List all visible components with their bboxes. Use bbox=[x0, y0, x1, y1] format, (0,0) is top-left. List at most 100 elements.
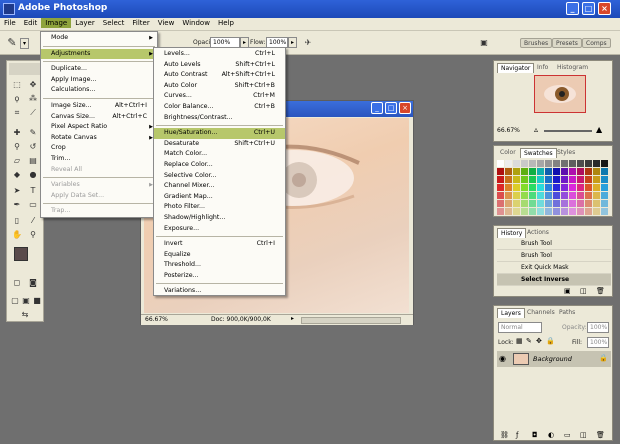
navigator-thumbnail[interactable] bbox=[534, 75, 586, 113]
image-menu-item[interactable]: Rotate Canvas ▶ bbox=[41, 133, 157, 144]
menu-edit[interactable]: Edit bbox=[20, 18, 42, 28]
delete-state-icon[interactable]: 🗑 bbox=[596, 287, 605, 295]
tab-swatches[interactable]: Swatches bbox=[520, 148, 557, 158]
adjustments-menu-item[interactable]: Gradient Map... bbox=[154, 192, 285, 203]
color-swatch[interactable] bbox=[569, 184, 576, 191]
color-swatch[interactable] bbox=[577, 208, 584, 215]
menu-image[interactable]: Image bbox=[41, 18, 72, 28]
tab-history[interactable]: History bbox=[497, 228, 527, 238]
tab-histogram[interactable]: Histogram bbox=[554, 63, 591, 73]
color-swatch[interactable] bbox=[497, 200, 504, 207]
clone-stamp-icon[interactable]: ⚲ bbox=[11, 141, 23, 153]
color-swatch[interactable] bbox=[593, 176, 600, 183]
layer-name[interactable]: Background bbox=[533, 355, 572, 363]
color-swatch[interactable] bbox=[593, 208, 600, 215]
lock-transparency-icon[interactable]: ▦ bbox=[516, 337, 523, 345]
tab-brushes[interactable]: Brushes bbox=[520, 38, 553, 48]
color-swatch[interactable] bbox=[585, 176, 592, 183]
color-swatch[interactable] bbox=[601, 168, 608, 175]
color-swatch[interactable] bbox=[521, 184, 528, 191]
magic-wand-tool-icon[interactable]: ⁂ bbox=[27, 93, 39, 105]
adjustments-menu-item[interactable]: Photo Filter... bbox=[154, 202, 285, 213]
menu-window[interactable]: Window bbox=[178, 18, 214, 28]
menu-select[interactable]: Select bbox=[99, 18, 129, 28]
history-item[interactable]: Brush Tool bbox=[497, 250, 611, 262]
color-swatch[interactable] bbox=[505, 192, 512, 199]
doc-minimize-icon[interactable]: _ bbox=[371, 102, 383, 114]
swatch-grid[interactable] bbox=[497, 160, 611, 215]
color-swatch[interactable] bbox=[601, 184, 608, 191]
color-swatch[interactable] bbox=[577, 184, 584, 191]
layer-row-background[interactable]: ◉ Background 🔒 bbox=[497, 351, 611, 367]
color-swatch[interactable] bbox=[593, 160, 600, 167]
lock-position-icon[interactable]: ✥ bbox=[536, 337, 542, 345]
zoom-in-icon[interactable]: ▲ bbox=[596, 125, 602, 134]
lock-all-icon[interactable]: 🔒 bbox=[546, 337, 555, 345]
color-swatch[interactable] bbox=[529, 168, 536, 175]
blur-tool-icon[interactable]: ◆ bbox=[11, 169, 23, 181]
color-swatch[interactable] bbox=[553, 208, 560, 215]
adjustments-menu-item[interactable]: Invert Ctrl+I bbox=[154, 239, 285, 250]
image-menu-item[interactable]: Pixel Aspect Ratio ▶ bbox=[41, 122, 157, 133]
navigator-zoom-value[interactable]: 66.67% bbox=[497, 127, 520, 134]
doc-maximize-icon[interactable]: □ bbox=[385, 102, 397, 114]
color-swatch[interactable] bbox=[585, 192, 592, 199]
color-swatch[interactable] bbox=[537, 176, 544, 183]
color-swatch[interactable] bbox=[505, 200, 512, 207]
adjustments-menu-item[interactable]: Selective Color... bbox=[154, 171, 285, 182]
image-menu-item[interactable]: Canvas Size... Alt+Ctrl+C bbox=[41, 112, 157, 123]
color-swatch[interactable] bbox=[593, 192, 600, 199]
color-swatch[interactable] bbox=[505, 184, 512, 191]
standard-mode-icon[interactable]: ◻ bbox=[11, 277, 23, 289]
zoom-tool-icon[interactable]: ⚲ bbox=[27, 229, 39, 241]
color-swatch[interactable] bbox=[601, 200, 608, 207]
color-swatch[interactable] bbox=[585, 208, 592, 215]
new-layer-icon[interactable]: ◫ bbox=[580, 431, 587, 439]
adjustments-menu-item[interactable]: Match Color... bbox=[154, 149, 285, 160]
tab-paths[interactable]: Paths bbox=[556, 308, 578, 318]
tab-styles[interactable]: Styles bbox=[554, 148, 578, 158]
color-swatch[interactable] bbox=[577, 168, 584, 175]
color-swatch[interactable] bbox=[585, 160, 592, 167]
color-swatch[interactable] bbox=[545, 200, 552, 207]
color-swatch[interactable] bbox=[561, 208, 568, 215]
adjustments-menu-item[interactable]: Posterize... bbox=[154, 271, 285, 282]
tool-preset-dropdown[interactable]: ▾ bbox=[20, 38, 29, 49]
type-tool-icon[interactable]: T bbox=[27, 185, 39, 197]
close-icon[interactable]: × bbox=[598, 2, 611, 15]
adjustments-menu-item[interactable]: Auto Color Shift+Ctrl+B bbox=[154, 81, 285, 92]
tab-comps[interactable]: Comps bbox=[582, 38, 611, 48]
navigator-zoom-slider[interactable] bbox=[544, 130, 592, 132]
color-swatch[interactable] bbox=[601, 160, 608, 167]
color-swatch[interactable] bbox=[545, 192, 552, 199]
color-swatch[interactable] bbox=[545, 176, 552, 183]
visibility-eye-icon[interactable]: ◉ bbox=[499, 354, 506, 363]
color-swatch[interactable] bbox=[497, 192, 504, 199]
color-swatch[interactable] bbox=[569, 160, 576, 167]
color-swatch[interactable] bbox=[593, 184, 600, 191]
delete-layer-icon[interactable]: 🗑 bbox=[596, 431, 605, 439]
adjustments-menu-item[interactable]: Channel Mixer... bbox=[154, 181, 285, 192]
color-swatch[interactable] bbox=[505, 168, 512, 175]
minimize-icon[interactable]: _ bbox=[566, 2, 579, 15]
lock-pixels-icon[interactable]: ✎ bbox=[526, 337, 532, 345]
color-swatch[interactable] bbox=[569, 192, 576, 199]
pen-tool-icon[interactable]: ✒ bbox=[11, 199, 23, 211]
doc-horizontal-scrollbar[interactable] bbox=[301, 317, 401, 324]
color-swatch[interactable] bbox=[585, 184, 592, 191]
color-swatch[interactable] bbox=[593, 200, 600, 207]
image-menu-item[interactable]: Calculations... bbox=[41, 85, 157, 96]
color-swatch[interactable] bbox=[529, 184, 536, 191]
color-swatch[interactable] bbox=[569, 176, 576, 183]
color-swatch[interactable] bbox=[601, 192, 608, 199]
gradient-tool-icon[interactable]: ▤ bbox=[27, 155, 39, 167]
color-swatch[interactable] bbox=[593, 168, 600, 175]
image-menu-item[interactable]: Crop bbox=[41, 143, 157, 154]
tab-navigator[interactable]: Navigator bbox=[497, 63, 535, 73]
color-swatch[interactable] bbox=[497, 160, 504, 167]
menu-help[interactable]: Help bbox=[214, 18, 238, 28]
color-swatch[interactable] bbox=[553, 192, 560, 199]
color-swatch[interactable] bbox=[537, 200, 544, 207]
doc-close-icon[interactable]: × bbox=[399, 102, 411, 114]
color-swatch[interactable] bbox=[569, 200, 576, 207]
